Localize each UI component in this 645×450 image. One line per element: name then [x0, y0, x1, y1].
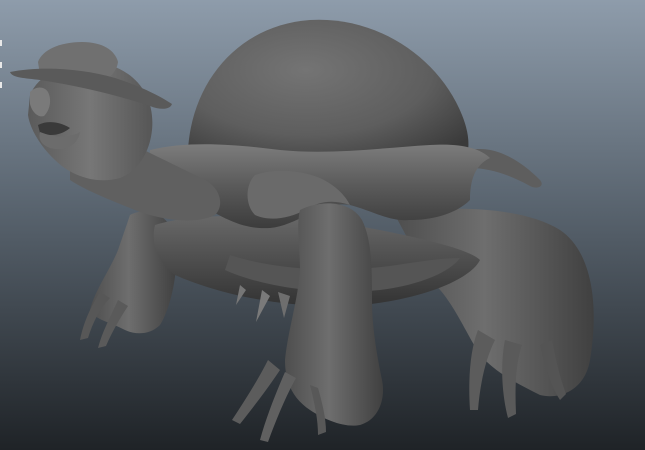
viewport-edge-marker [0, 82, 2, 88]
viewport-edge-marker [0, 62, 2, 68]
viewport-canvas[interactable] [0, 0, 645, 450]
viewport-edge-marker [0, 40, 2, 46]
3d-viewport[interactable] [0, 0, 645, 450]
